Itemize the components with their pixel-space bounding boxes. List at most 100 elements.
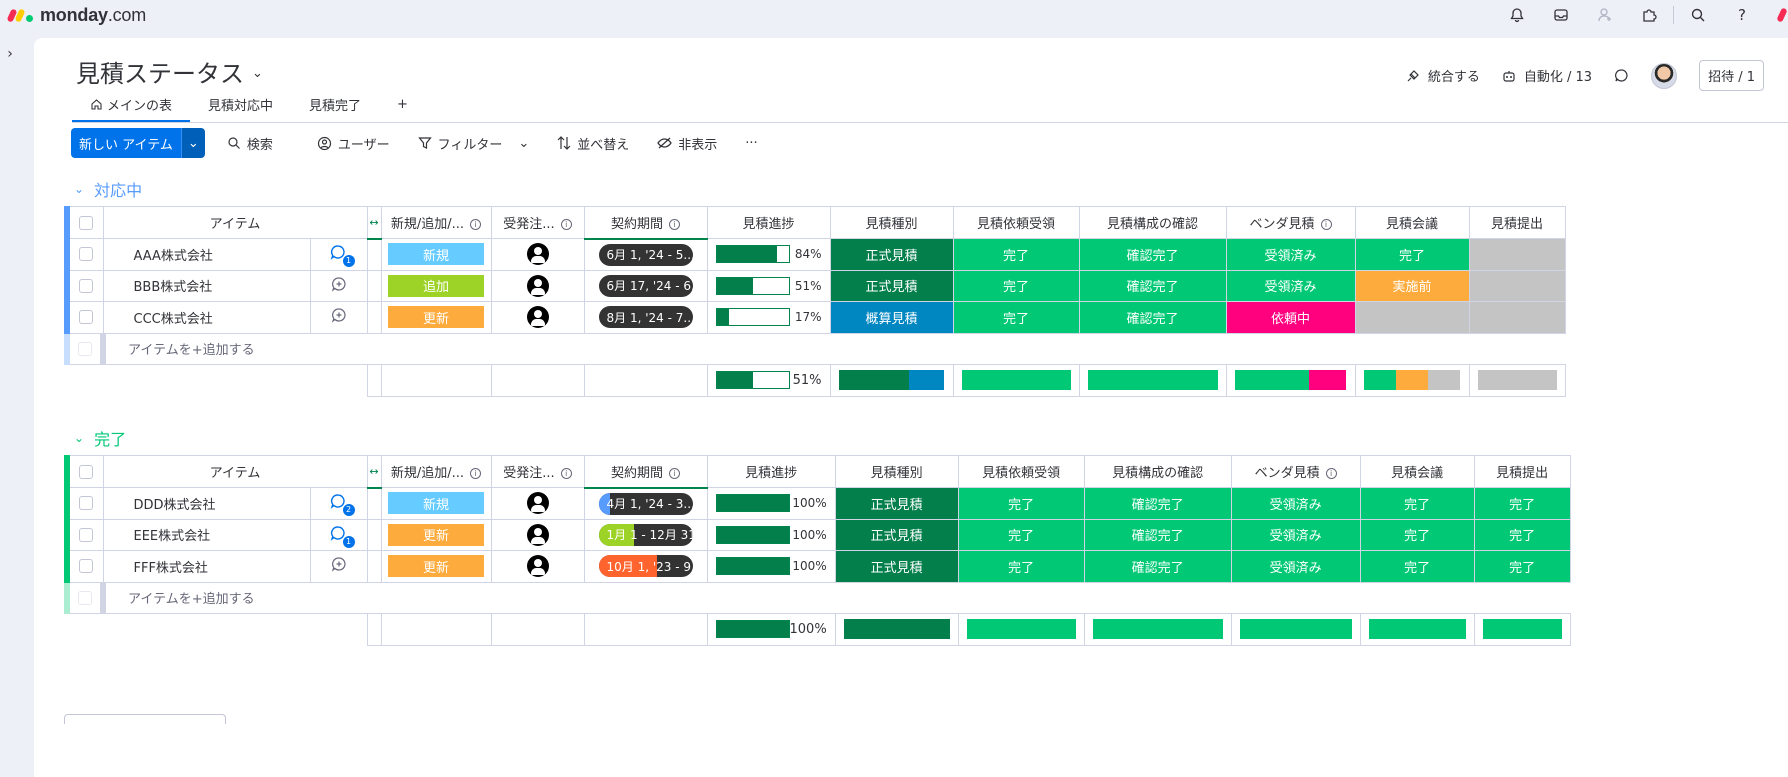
column-header-kind[interactable]: 見積種別 (834, 455, 959, 488)
timeline-cell[interactable]: 6月 17, '24 - 6... (583, 269, 708, 302)
status-vendor[interactable]: 受領済み (1225, 269, 1356, 302)
person-cell[interactable] (490, 269, 585, 302)
column-header-request[interactable]: 見積依頼受領 (957, 455, 1085, 488)
status-request[interactable]: 完了 (957, 550, 1085, 583)
avatar[interactable] (1651, 62, 1678, 89)
bell-icon[interactable] (1495, 0, 1539, 30)
info-icon[interactable]: i (669, 467, 680, 479)
status-kind[interactable]: 正式見積 (829, 238, 954, 271)
column-header-person[interactable]: 受発注... i (490, 206, 585, 239)
automate-button[interactable]: 自動化 / 13 (1502, 66, 1592, 85)
column-header-item[interactable]: アイテム (102, 206, 368, 239)
tab-main-table[interactable]: メインの表 (72, 90, 191, 122)
row-checkbox[interactable] (64, 269, 104, 302)
column-header-request[interactable]: 見積依頼受領 (952, 206, 1080, 239)
status-kind[interactable]: 正式見積 (834, 487, 959, 520)
person-cell[interactable] (490, 550, 585, 583)
add-update-icon[interactable] (331, 557, 347, 576)
search-icon[interactable] (1676, 0, 1720, 30)
row-checkbox[interactable] (64, 238, 104, 271)
column-header-submit[interactable]: 見積提出 (1468, 206, 1566, 239)
item-name[interactable]: AAA株式会社 (102, 238, 311, 271)
new-item-label[interactable]: 新しい アイテム (71, 128, 181, 158)
status-submit[interactable]: 完了 (1473, 550, 1571, 583)
label-cell[interactable]: 追加 (380, 269, 492, 302)
column-header-meeting[interactable]: 見積会議 (1359, 455, 1475, 488)
column-header-structure[interactable]: 見積構成の確認 (1083, 455, 1232, 488)
item-name[interactable]: FFF株式会社 (102, 550, 311, 583)
status-summary-bar[interactable] (1092, 619, 1223, 640)
person-cell[interactable] (490, 301, 585, 334)
status-meeting[interactable]: 完了 (1359, 550, 1475, 583)
label-cell[interactable]: 更新 (380, 518, 492, 551)
timeline-pill[interactable]: 6月 17, '24 - 6... (598, 274, 693, 297)
info-icon[interactable]: i (560, 219, 572, 230)
status-submit[interactable] (1468, 301, 1566, 334)
status-submit[interactable] (1468, 238, 1566, 271)
status-summary-bar[interactable] (843, 619, 950, 640)
status-summary-bar[interactable] (1477, 370, 1557, 391)
expand-column-icon[interactable]: ↔ (366, 455, 382, 489)
timeline-pill[interactable]: 4月 1, '24 - 3... (598, 492, 693, 515)
column-header-meeting[interactable]: 見積会議 (1354, 206, 1470, 239)
info-icon[interactable]: i (1325, 468, 1337, 479)
status-structure[interactable]: 確認完了 (1078, 238, 1227, 271)
timeline-cell[interactable]: 4月 1, '24 - 3... (583, 487, 708, 520)
new-item-button[interactable]: 新しい アイテム ⌄ (71, 128, 205, 158)
sort-button[interactable]: 並べ替え (543, 128, 643, 158)
column-header-timeline[interactable]: 契約期間 i (583, 455, 708, 489)
status-request[interactable]: 完了 (957, 487, 1085, 520)
timeline-cell[interactable]: 10月 1, '23 - 9... (583, 550, 708, 583)
monday-logo[interactable]: monday.com (6, 4, 146, 26)
inbox-icon[interactable] (1539, 0, 1583, 30)
group-header[interactable]: ⌄ 完了 (74, 426, 126, 450)
invite-button[interactable]: 招待 / 1 (1699, 60, 1764, 91)
status-meeting[interactable]: 実施前 (1354, 269, 1470, 302)
status-request[interactable]: 完了 (952, 238, 1080, 271)
label-cell[interactable]: 更新 (380, 550, 492, 583)
column-header-structure[interactable]: 見積構成の確認 (1078, 206, 1227, 239)
filter-button[interactable]: フィルター ⌄ (404, 128, 544, 158)
table-row[interactable]: BBB株式会社 追加 6月 17, '24 - 6... 51% 正式見積完了確認完了受… (64, 269, 1566, 302)
add-update-icon[interactable] (331, 277, 347, 296)
item-name[interactable]: DDD株式会社 (102, 487, 311, 520)
chevron-down-icon[interactable]: ⌄ (74, 182, 84, 196)
column-header-item[interactable]: アイテム (102, 455, 368, 488)
timeline-pill[interactable]: 1月 1 - 12月 31 (598, 523, 693, 546)
column-header-label[interactable]: 新規/追加/... i (380, 206, 492, 239)
status-summary-bar[interactable] (838, 370, 945, 391)
status-structure[interactable]: 確認完了 (1083, 487, 1232, 520)
chevron-down-icon[interactable]: ⌄ (252, 66, 263, 81)
status-summary-bar[interactable] (961, 370, 1071, 391)
account-logo-icon[interactable] (1764, 0, 1788, 30)
table-row[interactable]: CCC株式会社 更新 8月 1, '24 - 7... 17% 概算見積 完了 確認完了 依頼… (64, 301, 1566, 334)
info-icon[interactable]: i (669, 218, 680, 230)
status-summary-bar[interactable] (1234, 370, 1347, 391)
info-icon[interactable]: i (470, 219, 482, 230)
table-row[interactable]: AAA株式会社 1 新規 6月 1, '24 - 5... 84% 正式見積 完了 確認完了受… (64, 238, 1566, 271)
integrate-button[interactable]: 統合する (1406, 66, 1480, 85)
updates-cell[interactable] (309, 269, 368, 302)
add-update-icon[interactable] (331, 308, 347, 327)
expand-column-icon[interactable]: ↔ (366, 206, 382, 240)
status-structure[interactable]: 確認完了 (1078, 301, 1227, 334)
status-submit[interactable]: 完了 (1473, 487, 1571, 520)
status-summary-bar[interactable] (1087, 370, 1218, 391)
column-header-progress[interactable]: 見積進捗 (706, 455, 836, 488)
row-checkbox[interactable] (64, 518, 104, 551)
info-icon[interactable]: i (1320, 219, 1332, 230)
timeline-cell[interactable]: 1月 1 - 12月 31 (583, 518, 708, 551)
info-icon[interactable]: i (560, 468, 572, 479)
select-all-checkbox[interactable] (64, 206, 104, 239)
info-icon[interactable]: i (470, 468, 482, 479)
table-row[interactable]: DDD株式会社 2 新規 4月 1, '24 - 3... 100% 正式見積 完了 確認完了… (64, 487, 1571, 520)
person-cell[interactable] (490, 487, 585, 520)
status-summary-bar[interactable] (1363, 370, 1461, 391)
chevron-down-icon[interactable]: ⌄ (74, 431, 84, 445)
hide-button[interactable]: 非表示 (643, 128, 731, 158)
add-item-input[interactable]: アイテムを+追加する (99, 581, 1571, 614)
updates-icon[interactable]: 2 (330, 493, 355, 517)
label-cell[interactable]: 更新 (380, 301, 492, 334)
status-structure[interactable]: 確認完了 (1083, 518, 1232, 551)
timeline-cell[interactable]: 8月 1, '24 - 7... (583, 301, 708, 334)
